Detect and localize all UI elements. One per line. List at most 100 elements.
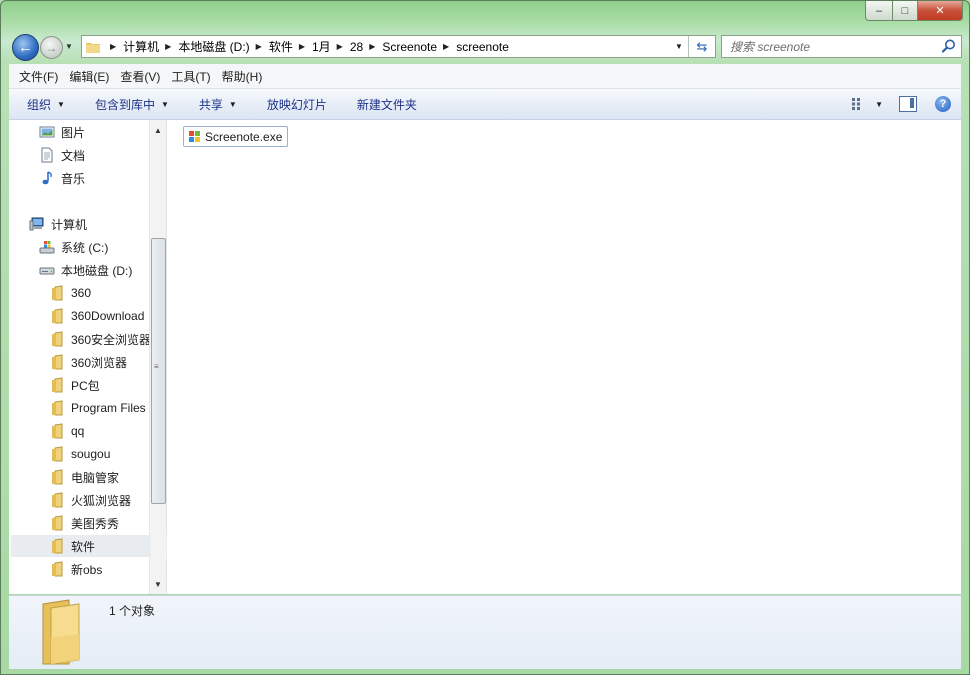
file-item[interactable]: Screenote.exe: [183, 126, 289, 147]
breadcrumb-item[interactable]: Screenote: [382, 40, 437, 54]
file-name: Screenote.exe: [205, 129, 283, 144]
help-icon[interactable]: ?: [935, 96, 951, 112]
nav-scrollbar[interactable]: ▲ ≡ ▼: [149, 120, 166, 594]
chevron-right-icon[interactable]: ▶: [299, 42, 305, 51]
new-folder-label: 新建文件夹: [356, 97, 417, 112]
search-icon[interactable]: [941, 38, 957, 54]
refresh-icon: ⇆: [696, 38, 708, 54]
folder-icon: [52, 331, 63, 347]
nav-item-folder[interactable]: 360: [49, 282, 91, 304]
menu-file[interactable]: 文件(F): [19, 68, 58, 85]
chevron-right-icon[interactable]: ▶: [110, 42, 116, 51]
explorer-window: – □ ✕ ← → ▼ ▶ 计算机 ▶ 本地磁盘 (D:) ▶ 软件 ▶ 1月 …: [0, 0, 970, 675]
folder-icon: [52, 400, 63, 416]
file-list[interactable]: Screenote.exe: [167, 120, 961, 594]
back-arrow-icon: ←: [18, 39, 33, 56]
chevron-right-icon[interactable]: ▶: [369, 42, 375, 51]
nav-item-drive-c[interactable]: 系统 (C:): [39, 236, 108, 258]
nav-item-label: 360浏览器: [71, 355, 128, 370]
address-dropdown-button[interactable]: ▼: [670, 36, 687, 57]
chevron-right-icon[interactable]: ▶: [337, 42, 343, 51]
nav-item-computer[interactable]: 计算机: [29, 213, 87, 235]
search-placeholder: 搜索 screenote: [730, 40, 811, 54]
breadcrumb-item[interactable]: 软件: [269, 38, 293, 55]
address-bar[interactable]: ▶ 计算机 ▶ 本地磁盘 (D:) ▶ 软件 ▶ 1月 ▶ 28 ▶ Scree…: [81, 35, 716, 58]
nav-item-folder[interactable]: 美图秀秀: [49, 512, 119, 534]
nav-item-label: 系统 (C:): [61, 240, 109, 255]
chevron-down-icon[interactable]: ▼: [875, 100, 883, 109]
breadcrumb-item[interactable]: 本地磁盘 (D:): [178, 38, 249, 55]
nav-item-folder[interactable]: sougou: [49, 443, 110, 465]
slideshow-button[interactable]: 放映幻灯片: [267, 96, 327, 113]
menu-edit[interactable]: 编辑(E): [69, 68, 109, 85]
breadcrumb-item[interactable]: 计算机: [123, 38, 159, 55]
menu-help[interactable]: 帮助(H): [222, 68, 263, 85]
nav-item-folder[interactable]: 电脑管家: [49, 466, 119, 488]
preview-pane-icon[interactable]: [899, 96, 917, 112]
back-button[interactable]: ←: [12, 34, 39, 61]
forward-button[interactable]: →: [40, 36, 63, 59]
nav-item-documents[interactable]: 文档: [39, 144, 85, 166]
menu-tools[interactable]: 工具(T): [171, 68, 210, 85]
chevron-right-icon[interactable]: ▶: [443, 42, 449, 51]
nav-item-folder[interactable]: 360浏览器: [49, 351, 127, 373]
nav-item-label: 文档: [61, 148, 86, 163]
search-input[interactable]: 搜索 screenote: [721, 35, 962, 58]
folder-icon: [52, 492, 63, 508]
nav-item-label: sougou: [71, 447, 111, 461]
nav-item-folder[interactable]: 新obs: [49, 558, 102, 580]
scroll-thumb[interactable]: [151, 238, 166, 504]
nav-item-label: 360Download: [71, 309, 145, 323]
menu-bar: 文件(F) 编辑(E) 查看(V) 工具(T) 帮助(H): [9, 64, 961, 89]
folder-icon: [52, 561, 63, 577]
chevron-down-icon: ▼: [675, 42, 683, 51]
nav-item-music[interactable]: 音乐: [39, 167, 85, 189]
breadcrumb-item[interactable]: 28: [350, 40, 363, 54]
nav-item-label: 本地磁盘 (D:): [61, 263, 133, 278]
maximize-button[interactable]: □: [893, 1, 918, 21]
nav-item-folder[interactable]: Program Files: [49, 397, 146, 419]
nav-item-folder[interactable]: 火狐浏览器: [49, 489, 131, 511]
nav-item-label: 360安全浏览器: [71, 332, 152, 347]
scroll-down-icon[interactable]: ▼: [150, 576, 166, 592]
folder-icon: [52, 446, 63, 462]
close-button[interactable]: ✕: [918, 1, 963, 21]
breadcrumb-item[interactable]: 1月: [312, 38, 331, 55]
details-pane: 1 个对象: [9, 595, 961, 669]
folder-icon: [52, 515, 63, 531]
nav-item-folder[interactable]: qq: [49, 420, 84, 442]
minimize-icon: –: [875, 4, 883, 17]
breadcrumb-item[interactable]: screenote: [456, 40, 509, 54]
chevron-right-icon[interactable]: ▶: [256, 42, 262, 51]
grip-icon: ≡: [154, 362, 159, 371]
recent-pages-dropdown[interactable]: ▼: [65, 42, 73, 51]
folder-icon: [86, 42, 100, 53]
organize-label: 组织: [27, 97, 52, 112]
slideshow-label: 放映幻灯片: [266, 97, 327, 112]
chevron-right-icon[interactable]: ▶: [165, 42, 171, 51]
minimize-button[interactable]: –: [865, 1, 893, 21]
window-controls: – □ ✕: [865, 1, 963, 21]
menu-view[interactable]: 查看(V): [120, 68, 160, 85]
scroll-up-icon[interactable]: ▲: [150, 122, 166, 138]
nav-item-folder[interactable]: 360Download: [49, 305, 144, 327]
nav-item-label: 图片: [61, 125, 86, 140]
music-library-icon: [42, 171, 52, 185]
view-options-icon[interactable]: [851, 97, 869, 111]
organize-button[interactable]: 组织 ▼: [27, 96, 65, 113]
folder-icon: [52, 308, 63, 324]
refresh-button[interactable]: ⇆: [688, 36, 715, 57]
chevron-down-icon: ▼: [160, 99, 169, 109]
forward-arrow-icon: →: [45, 40, 58, 55]
include-in-library-button[interactable]: 包含到库中 ▼: [95, 96, 169, 113]
nav-item-drive-d[interactable]: 本地磁盘 (D:): [39, 259, 132, 281]
share-button[interactable]: 共享 ▼: [199, 96, 237, 113]
new-folder-button[interactable]: 新建文件夹: [357, 96, 417, 113]
nav-item-folder[interactable]: 360安全浏览器: [49, 328, 151, 350]
nav-item-folder[interactable]: PC包: [49, 374, 100, 396]
system-drive-icon: [39, 241, 55, 254]
folder-icon: [52, 469, 63, 485]
nav-item-pictures[interactable]: 图片: [39, 121, 85, 143]
nav-item-label: 电脑管家: [71, 470, 120, 485]
nav-item-label: qq: [71, 424, 85, 438]
